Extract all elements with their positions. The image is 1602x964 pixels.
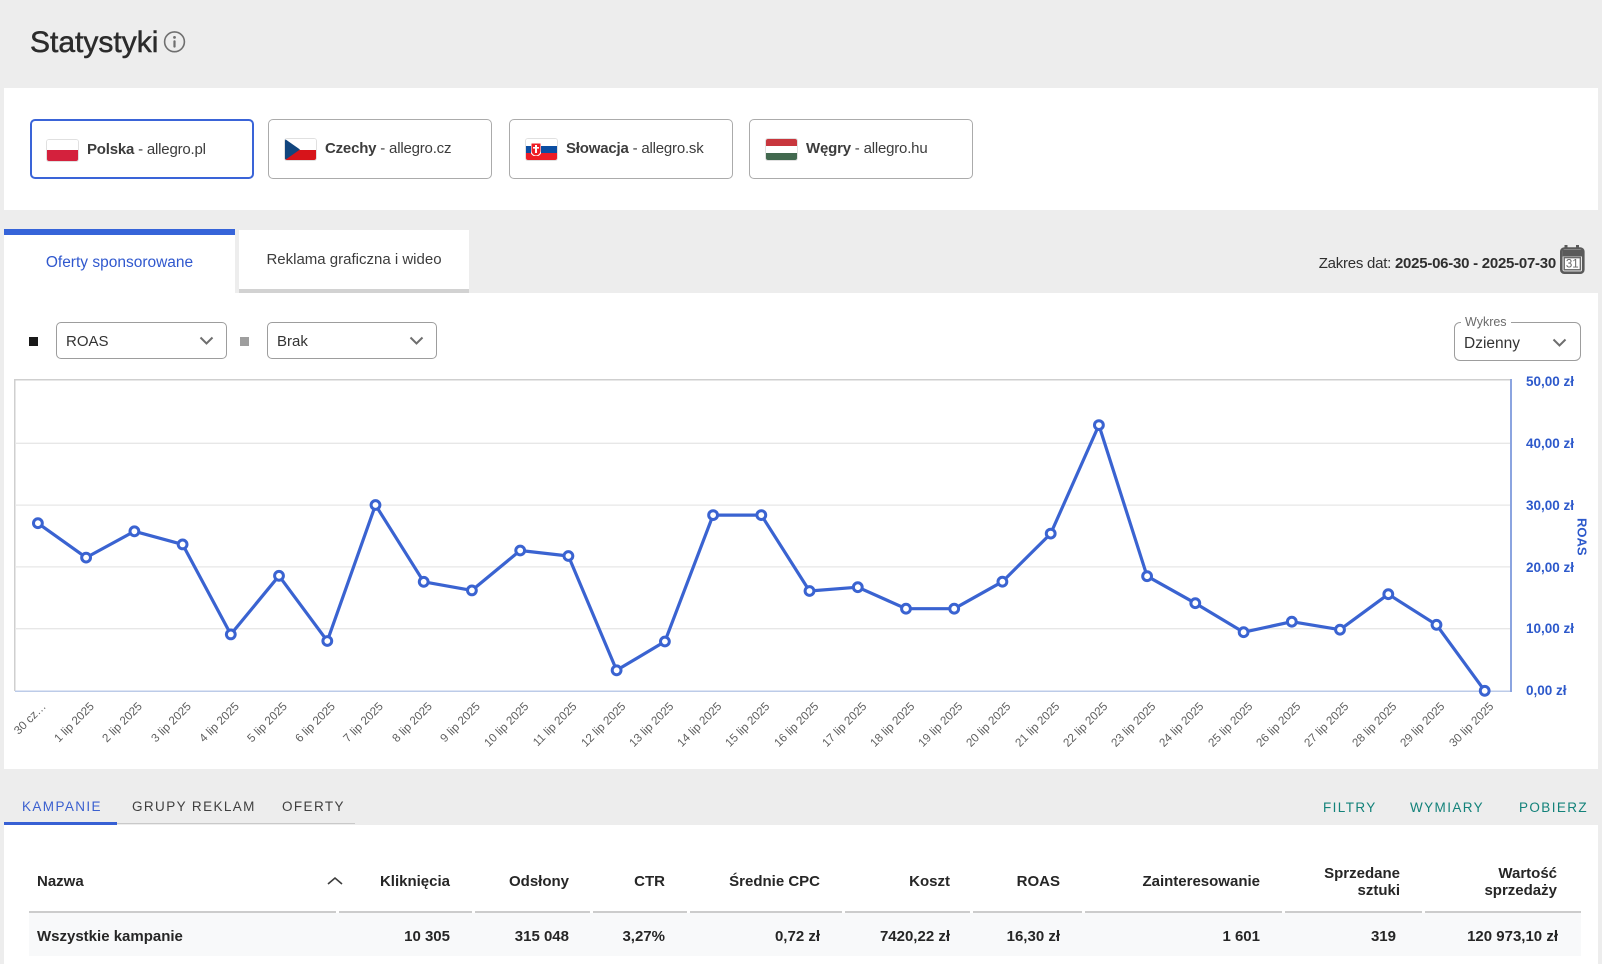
svg-text:ROAS: ROAS bbox=[1575, 518, 1590, 556]
svg-text:31: 31 bbox=[1566, 259, 1579, 271]
